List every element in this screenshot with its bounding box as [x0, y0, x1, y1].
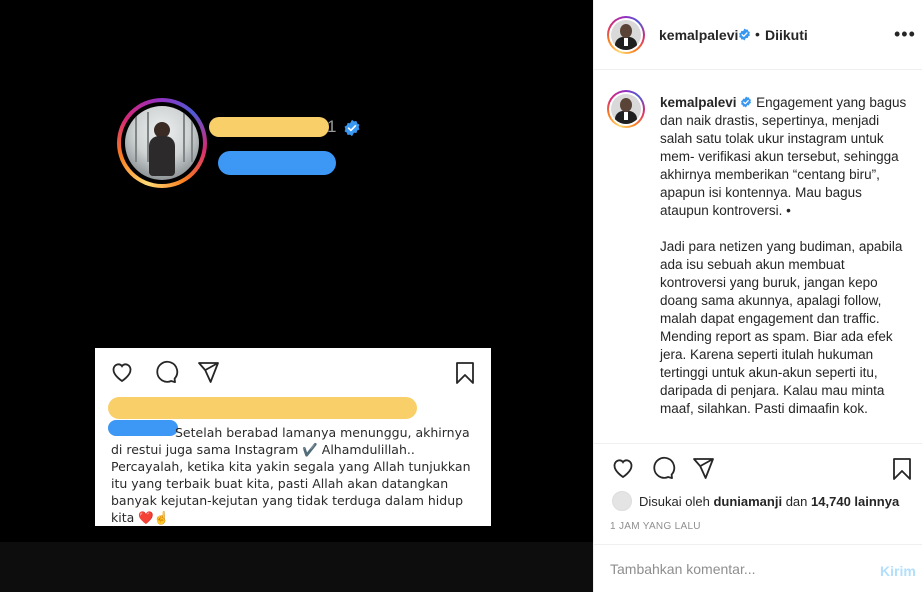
- more-options-icon[interactable]: •••: [894, 24, 916, 45]
- bookmark-icon: [456, 362, 474, 384]
- likes-prefix: Disukai oleh: [639, 494, 710, 509]
- post-side-panel: kemalpalevi • Diikuti ••• kemalpalevi En…: [593, 0, 922, 592]
- send-icon: [198, 362, 219, 383]
- card-caption-line: Setelah berabad lamanya menunggu, akhirn…: [175, 425, 470, 440]
- liker-username[interactable]: duniamanji: [713, 494, 782, 509]
- verified-badge-icon: [344, 119, 360, 137]
- post-comment-button[interactable]: Kirim: [880, 563, 916, 579]
- caption-username[interactable]: kemalpalevi: [660, 95, 737, 110]
- heart-icon: [112, 363, 132, 383]
- follow-status-button[interactable]: Diikuti: [765, 27, 808, 43]
- card-caption-line: itu yang terbaik buat kita, pasti Allah …: [111, 476, 449, 491]
- comment-icon: [156, 360, 179, 383]
- caption-paragraph: Jadi para netizen yang budiman, apabila …: [660, 239, 903, 416]
- card-caption-line: kita ❤️☝️: [111, 510, 170, 525]
- card-caption-line: banyak kejutan-kejutan yang tidak terdug…: [111, 493, 464, 508]
- caption-scroll-area[interactable]: kemalpalevi Engagement yang bagus dan na…: [594, 70, 922, 443]
- likes-connector: dan: [785, 494, 808, 509]
- comment-icon[interactable]: [650, 456, 676, 480]
- post-caption: kemalpalevi Engagement yang bagus dan na…: [660, 94, 910, 436]
- liker-avatar[interactable]: [612, 491, 632, 511]
- caption-avatar[interactable]: [607, 90, 645, 128]
- redacted-username-highlight: [209, 117, 329, 137]
- screenshot-post-card: Setelah berabad lamanya menunggu, akhirn…: [95, 348, 491, 526]
- media-bottom-bar: [0, 542, 593, 592]
- action-bar: [594, 443, 922, 493]
- send-icon[interactable]: [690, 456, 716, 480]
- comment-bar: Kirim: [594, 544, 922, 592]
- likes-count-link[interactable]: 14,740 lainnya: [811, 494, 899, 509]
- profile-photo: [125, 106, 199, 180]
- card-caption-line: Percayalah, ketika kita yakin segala yan…: [111, 459, 471, 474]
- card-caption-line: di restui juga sama Instagram ✔️ Alhamdu…: [111, 442, 415, 457]
- caption-paragraph: Engagement yang bagus dan naik drastis, …: [660, 95, 907, 218]
- heart-icon[interactable]: [610, 456, 636, 480]
- bookmark-icon[interactable]: [890, 456, 914, 482]
- profile-picture-story-ring: [117, 98, 207, 188]
- username-suffix: 1: [327, 117, 337, 136]
- header-username[interactable]: kemalpalevi: [659, 27, 738, 43]
- post-media[interactable]: 1 Setelah berabad lamanya menunggu, akhi…: [0, 0, 593, 592]
- likes-summary: Disukai oleh duniamanji dan 14,740 lainn…: [639, 494, 899, 509]
- header-separator: •: [755, 26, 760, 42]
- comment-input[interactable]: [610, 557, 850, 581]
- header-avatar[interactable]: [607, 16, 645, 54]
- screenshot-caption: Setelah berabad lamanya menunggu, akhirn…: [111, 424, 483, 526]
- redacted-name-highlight: [218, 151, 336, 175]
- redacted-likes-highlight: [108, 397, 417, 419]
- post-timestamp[interactable]: 1 JAM YANG LALU: [610, 521, 701, 532]
- post-header: kemalpalevi • Diikuti •••: [594, 0, 922, 70]
- verified-badge-icon: [739, 28, 750, 41]
- verified-badge-icon: [741, 96, 752, 108]
